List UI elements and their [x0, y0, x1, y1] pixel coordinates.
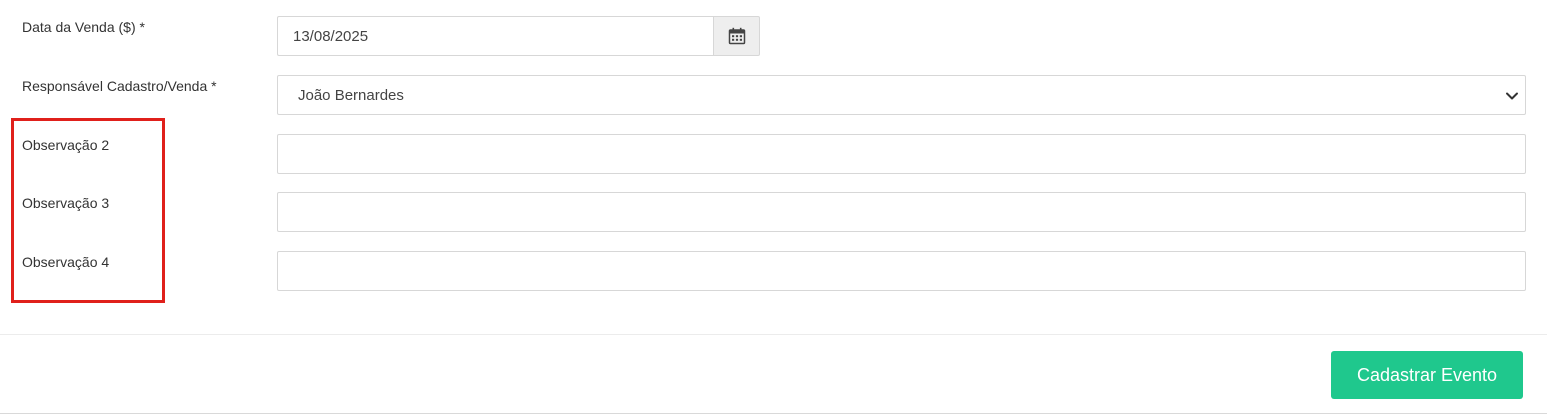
calendar-icon	[728, 27, 745, 45]
sale-date-input[interactable]	[277, 16, 714, 56]
observation-2-input[interactable]	[277, 134, 1526, 174]
sale-date-label: Data da Venda ($) *	[22, 19, 145, 35]
chevron-down-icon	[1506, 92, 1518, 100]
responsible-label: Responsável Cadastro/Venda *	[22, 78, 217, 94]
responsible-select[interactable]: João Bernardes	[277, 75, 1526, 115]
observation-3-input[interactable]	[277, 192, 1526, 232]
bottom-divider	[0, 413, 1547, 414]
footer-divider	[0, 334, 1547, 335]
observation-4-input[interactable]	[277, 251, 1526, 291]
highlight-annotation-box	[11, 118, 165, 303]
calendar-button[interactable]	[713, 16, 760, 56]
submit-event-button[interactable]: Cadastrar Evento	[1331, 351, 1523, 399]
responsible-selected-value: João Bernardes	[298, 87, 404, 104]
